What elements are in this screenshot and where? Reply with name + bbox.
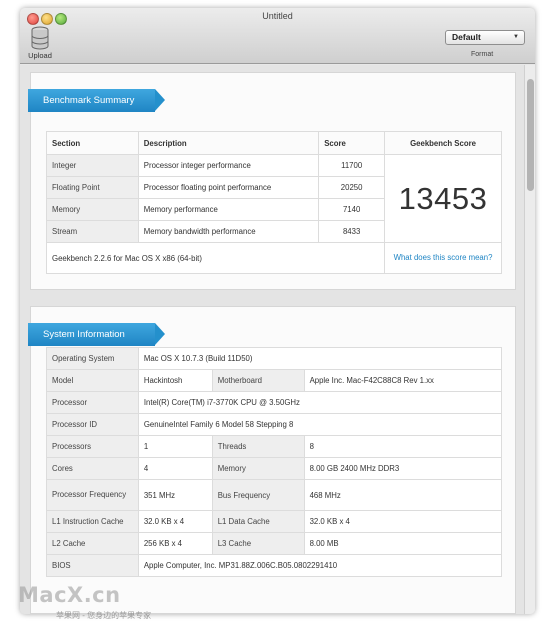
table-row: Processor Frequency 351 MHz Bus Frequenc… [46,479,503,511]
column-header-score: Score [318,131,386,155]
app-window: Untitled Upload Default ▼ Format Benchma… [20,8,535,614]
processor-frequency-label: Processor Frequency [46,479,139,511]
benchmark-footer-row: Geekbench 2.2.6 for Mac OS X x86 (64-bit… [45,242,502,274]
system-information-card: System Information Operating System Mac … [28,306,516,614]
table-row: BIOS Apple Computer, Inc. MP31.88Z.006C.… [46,554,503,577]
os-label: Operating System [46,347,139,370]
l2-cache-value: 256 KB x 4 [137,532,213,555]
benchmark-header-row: Section Description Score Geekbench Scor… [46,131,502,155]
processor-id-value: GenuineIntel Family 6 Model 58 Stepping … [137,413,503,436]
model-value: Hackintosh [137,369,213,392]
score-cell: 7140 [318,198,386,221]
score-meaning-link[interactable]: What does this score mean? [384,242,502,274]
table-row: Processors 1 Threads 8 [46,435,503,458]
benchmark-summary-card: Benchmark Summary Section Description Sc… [28,72,516,290]
vertical-scrollbar[interactable] [524,65,535,614]
section-cell: Floating Point [46,176,139,199]
section-cell: Integer [46,154,139,177]
column-header-geekbench-score: Geekbench Score [384,131,502,155]
benchmark-table: Section Description Score Geekbench Scor… [45,131,502,274]
processors-label: Processors [46,435,139,458]
section-cell: Memory [46,198,139,221]
motherboard-value: Apple Inc. Mac-F42C88C8 Rev 1.xx [303,369,503,392]
upload-button[interactable]: Upload [24,26,56,62]
geekbench-score-value: 13453 [384,154,502,243]
scrollbar-thumb[interactable] [527,79,534,191]
format-select[interactable]: Default ▼ [445,30,525,45]
table-row: Integer Processor integer performance 11… [46,154,502,243]
memory-value: 8.00 GB 2400 MHz DDR3 [303,457,503,480]
processors-value: 1 [137,435,213,458]
threads-value: 8 [303,435,503,458]
database-icon [31,26,49,50]
watermark-tagline: 苹果网 - 您身边的苹果专家 [56,611,152,620]
bus-frequency-label: Bus Frequency [211,479,305,511]
processor-value: Intel(R) Core(TM) i7-3770K CPU @ 3.50GHz [137,391,503,414]
processor-frequency-value: 351 MHz [137,479,213,511]
table-row: L2 Cache 256 KB x 4 L3 Cache 8.00 MB [46,532,503,555]
description-cell: Processor integer performance [137,154,320,177]
benchmark-summary-heading: Benchmark Summary [28,89,165,112]
l2-cache-label: L2 Cache [46,532,139,555]
watermark-brand: MacX.cn [18,583,121,607]
column-header-section: Section [46,131,139,155]
table-row: Cores 4 Memory 8.00 GB 2400 MHz DDR3 [46,457,503,480]
column-header-description: Description [137,131,320,155]
l3-cache-value: 8.00 MB [303,532,503,555]
threads-label: Threads [211,435,305,458]
description-cell: Processor floating point performance [137,176,320,199]
title-bar: Untitled Upload Default ▼ Format [20,8,535,64]
os-value: Mac OS X 10.7.3 (Build 11D50) [137,347,503,370]
section-cell: Stream [46,220,139,243]
model-label: Model [46,369,139,392]
score-cell: 11700 [318,154,386,177]
processor-id-label: Processor ID [46,413,139,436]
bios-label: BIOS [46,554,139,577]
table-row: Processor ID GenuineIntel Family 6 Model… [46,413,503,436]
system-info-table: Operating System Mac OS X 10.7.3 (Build … [46,347,503,577]
bios-value: Apple Computer, Inc. MP31.88Z.006C.B05.0… [137,554,503,577]
processor-label: Processor [46,391,139,414]
bus-frequency-value: 468 MHz [303,479,503,511]
memory-label: Memory [211,457,305,480]
system-information-heading: System Information [28,323,165,346]
l1-instruction-cache-label: L1 Instruction Cache [46,510,139,533]
description-cell: Memory bandwidth performance [137,220,320,243]
cores-label: Cores [46,457,139,480]
format-label: Format [471,51,494,58]
l1-instruction-cache-value: 32.0 KB x 4 [137,510,213,533]
cores-value: 4 [137,457,213,480]
table-row: L1 Instruction Cache 32.0 KB x 4 L1 Data… [46,510,503,533]
l3-cache-label: L3 Cache [211,532,305,555]
l1-data-cache-label: L1 Data Cache [211,510,305,533]
motherboard-label: Motherboard [211,369,305,392]
upload-label: Upload [28,51,52,60]
table-row: Operating System Mac OS X 10.7.3 (Build … [46,347,503,370]
window-title: Untitled [262,11,293,21]
table-row: Model Hackintosh Motherboard Apple Inc. … [46,369,503,392]
description-cell: Memory performance [137,198,320,221]
score-cell: 20250 [318,176,386,199]
l1-data-cache-value: 32.0 KB x 4 [303,510,503,533]
chevron-down-icon: ▼ [513,34,519,40]
table-row: Processor Intel(R) Core(TM) i7-3770K CPU… [46,391,503,414]
score-cell: 8433 [318,220,386,243]
report-content: Benchmark Summary Section Description Sc… [20,65,535,614]
format-select-value: Default [452,32,481,42]
geekbench-version: Geekbench 2.2.6 for Mac OS X x86 (64-bit… [45,242,386,274]
